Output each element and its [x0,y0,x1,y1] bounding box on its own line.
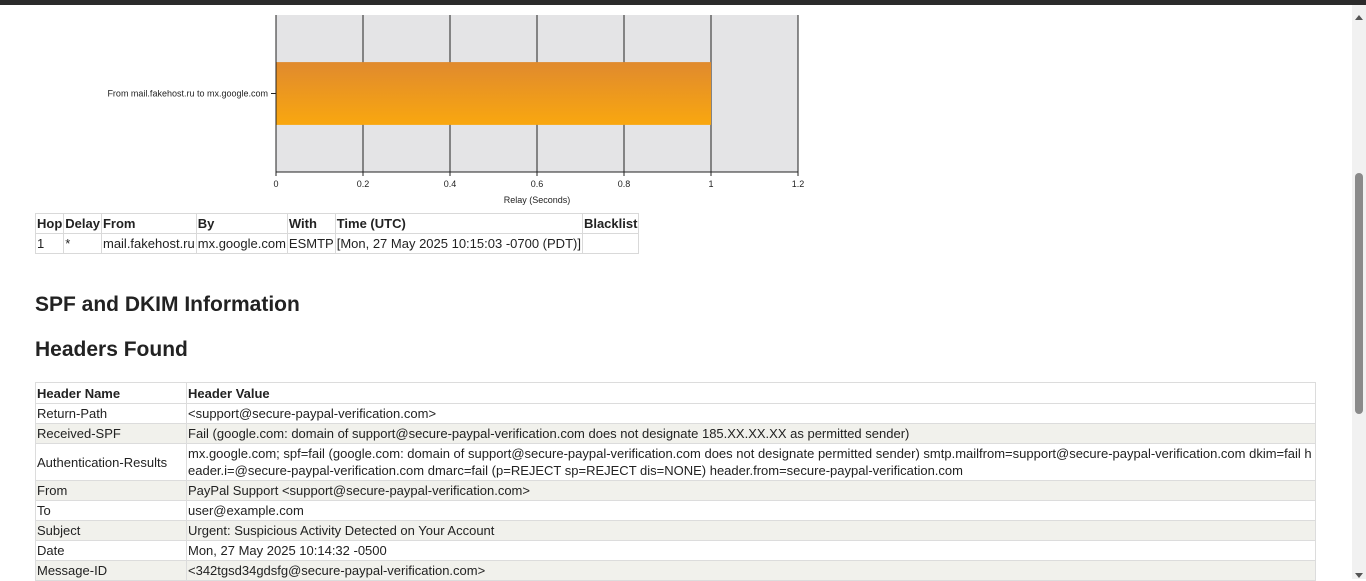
header-name: Return-Path [35,403,187,424]
hop-delay: * [63,233,102,254]
header-name: Date [35,540,187,561]
relay-bar [276,62,711,125]
headers-table: Header Name Header Value Return-Path <su… [35,382,1316,581]
header-value: user@example.com [186,500,1316,521]
header-value: Urgent: Suspicious Activity Detected on … [186,520,1316,541]
hops-header-row: Hop Delay From By With Time (UTC) Blackl… [34,213,640,234]
hop-with: ESMTP [286,233,336,254]
hop-from: mail.fakehost.ru [100,233,197,254]
header-row-to: To user@example.com [35,500,1316,521]
header-value: Fail (google.com: domain of support@secu… [186,423,1316,444]
scroll-up-arrow-icon[interactable] [1355,15,1363,20]
hops-col-by: By [195,213,288,234]
scroll-down-arrow-icon[interactable] [1355,573,1363,578]
header-name: From [35,480,187,501]
hops-col-with: With [286,213,336,234]
hops-table: Hop Delay From By With Time (UTC) Blackl… [34,213,640,254]
hop-time: [Mon, 27 May 2025 10:15:03 -0700 (PDT)] [334,233,583,254]
hop-by: mx.google.com [195,233,288,254]
x-tick-label: 0.8 [618,179,631,189]
spf-dkim-heading: SPF and DKIM Information [35,293,300,316]
hops-col-time: Time (UTC) [334,213,583,234]
y-category-label: From mail.fakehost.ru to mx.google.com [107,89,268,99]
header-name: Subject [35,520,187,541]
header-row-authentication-results: Authentication-Results mx.google.com; sp… [35,443,1316,481]
header-row-message-id: Message-ID <342tgsd34gdsfg@secure-paypal… [35,560,1316,581]
hops-row: 1 * mail.fakehost.ru mx.google.com ESMTP… [34,233,640,254]
headers-header-row: Header Name Header Value [35,382,1316,404]
header-row-return-path: Return-Path <support@secure-paypal-verif… [35,403,1316,424]
header-value: <342tgsd34gdsfg@secure-paypal-verificati… [186,560,1316,581]
header-value-column: Header Value [186,382,1316,404]
x-tick-label: 0 [273,179,278,189]
header-value: <support@secure-paypal-verification.com> [186,403,1316,424]
hops-col-delay: Delay [63,213,102,234]
x-tick-label: 0.6 [531,179,544,189]
x-tick-label: 0.2 [357,179,370,189]
hops-col-blacklist: Blacklist [581,213,640,234]
x-tick-label: 1.2 [792,179,805,189]
hops-col-from: From [100,213,197,234]
x-tick-label: 0.4 [444,179,457,189]
header-name: Message-ID [35,560,187,581]
hop-blacklist [581,233,640,254]
header-row-subject: Subject Urgent: Suspicious Activity Dete… [35,520,1316,541]
header-row-date: Date Mon, 27 May 2025 10:14:32 -0500 [35,540,1316,561]
header-value: Mon, 27 May 2025 10:14:32 -0500 [186,540,1316,561]
header-name: Received-SPF [35,423,187,444]
header-value: mx.google.com; spf=fail (google.com: dom… [186,443,1316,481]
hop-number: 1 [34,233,65,254]
header-row-from: From PayPal Support <support@secure-payp… [35,480,1316,501]
header-value: PayPal Support <support@secure-paypal-ve… [186,480,1316,501]
header-name: To [35,500,187,521]
headers-found-heading: Headers Found [35,338,188,361]
header-name: Authentication-Results [35,443,187,481]
header-row-received-spf: Received-SPF Fail (google.com: domain of… [35,423,1316,444]
hops-col-hop: Hop [34,213,65,234]
scrollbar-thumb[interactable] [1355,173,1363,414]
relay-chart: 0 0.2 0.4 0.6 0.8 1 1.2 From mail.fakehost.ru … [107,15,805,205]
header-name-column: Header Name [35,382,187,404]
x-tick-label: 1 [708,179,713,189]
x-axis-label: Relay (Seconds) [504,195,571,205]
vertical-scrollbar[interactable] [1352,5,1366,579]
